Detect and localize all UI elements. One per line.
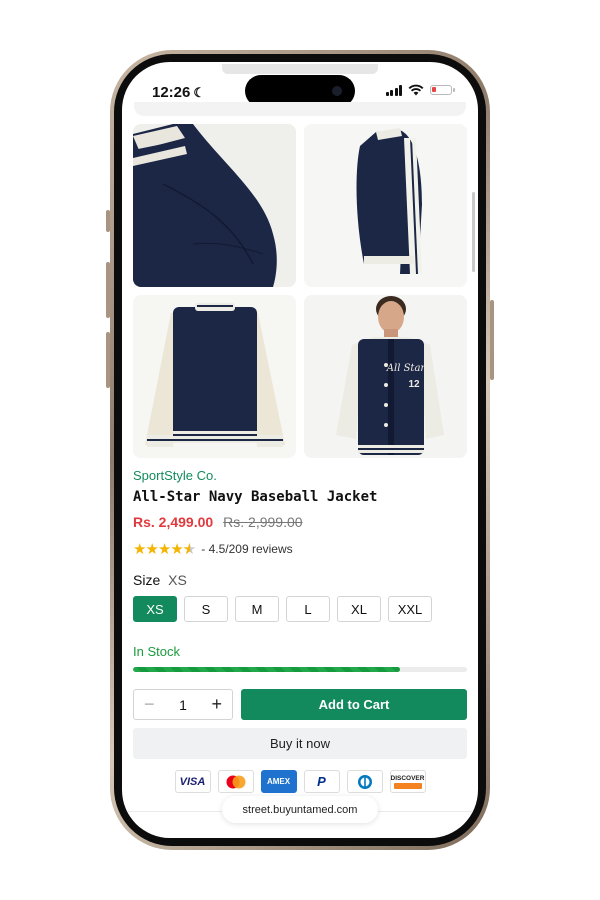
payment-methods: VISA AMEX P DISCOVER (133, 770, 467, 793)
address-bar[interactable]: street.buyuntamed.com (222, 796, 378, 823)
stock-status: In Stock (133, 644, 180, 659)
product-image-model-front[interactable]: All Star 12 (304, 295, 467, 458)
quantity-decrease-button[interactable]: − (144, 694, 155, 715)
volume-down-button (106, 332, 110, 388)
selected-size: XS (168, 572, 187, 588)
product-gallery: All Star 12 (133, 124, 467, 458)
quantity-stepper: − 1 + (133, 689, 233, 720)
power-button (490, 300, 494, 380)
size-option-l[interactable]: L (286, 596, 330, 622)
price-block: Rs. 2,499.00 Rs. 2,999.00 (133, 514, 467, 530)
quantity-increase-button[interactable]: + (211, 694, 222, 715)
diners-club-icon (346, 770, 383, 793)
mastercard-icon (217, 770, 254, 793)
size-label: Size (133, 572, 161, 588)
product-content: All Star 12 SportStyle Co. All-Star Navy… (133, 124, 467, 793)
star-rating-icon: ★★★★★ (133, 540, 196, 558)
size-options: XS S M L XL XXL (133, 596, 467, 622)
add-to-cart-button[interactable]: Add to Cart (241, 689, 467, 720)
rating-text: - 4.5/209 reviews (201, 542, 293, 556)
product-title: All-Star Navy Baseball Jacket (133, 489, 378, 505)
rating[interactable]: ★★★★★ - 4.5/209 reviews (133, 540, 467, 558)
size-option-xs[interactable]: XS (133, 596, 177, 622)
battery-icon (430, 85, 455, 95)
product-image-back-view[interactable] (133, 295, 296, 458)
original-price: Rs. 2,999.00 (223, 514, 303, 530)
quantity-value[interactable]: 1 (179, 697, 187, 713)
product-image-shoulder-detail[interactable] (133, 124, 296, 287)
scrollbar[interactable] (472, 192, 475, 272)
phone-screen: 12:26 ☾ All Star 12 SportStyle Co. All-S… (122, 62, 478, 838)
size-option-xxl[interactable]: XXL (388, 596, 432, 622)
moon-icon: ☾ (193, 85, 206, 100)
volume-up-button (106, 262, 110, 318)
paypal-icon: P (303, 770, 340, 793)
discover-icon: DISCOVER (389, 770, 426, 793)
product-image-side-view[interactable] (304, 124, 467, 287)
buy-now-button[interactable]: Buy it now (133, 728, 467, 759)
product-brand[interactable]: SportStyle Co. (133, 468, 467, 483)
cart-row: − 1 + Add to Cart (133, 689, 467, 720)
amex-icon: AMEX (260, 770, 297, 793)
sale-price: Rs. 2,499.00 (133, 514, 214, 530)
size-option-m[interactable]: M (235, 596, 279, 622)
site-header (134, 102, 466, 116)
signal-icon (385, 84, 402, 96)
stock-progress-fill (133, 667, 401, 672)
size-option-s[interactable]: S (184, 596, 228, 622)
size-label-row: Size XS (133, 572, 467, 588)
svg-text:All Star: All Star (386, 363, 427, 374)
size-option-xl[interactable]: XL (337, 596, 381, 622)
status-time: 12:26 ☾ (152, 84, 206, 101)
wifi-icon (408, 84, 424, 96)
svg-text:12: 12 (408, 379, 420, 390)
visa-icon: VISA (174, 770, 211, 793)
stock-progress-bar (133, 667, 467, 672)
action-button (106, 210, 110, 232)
